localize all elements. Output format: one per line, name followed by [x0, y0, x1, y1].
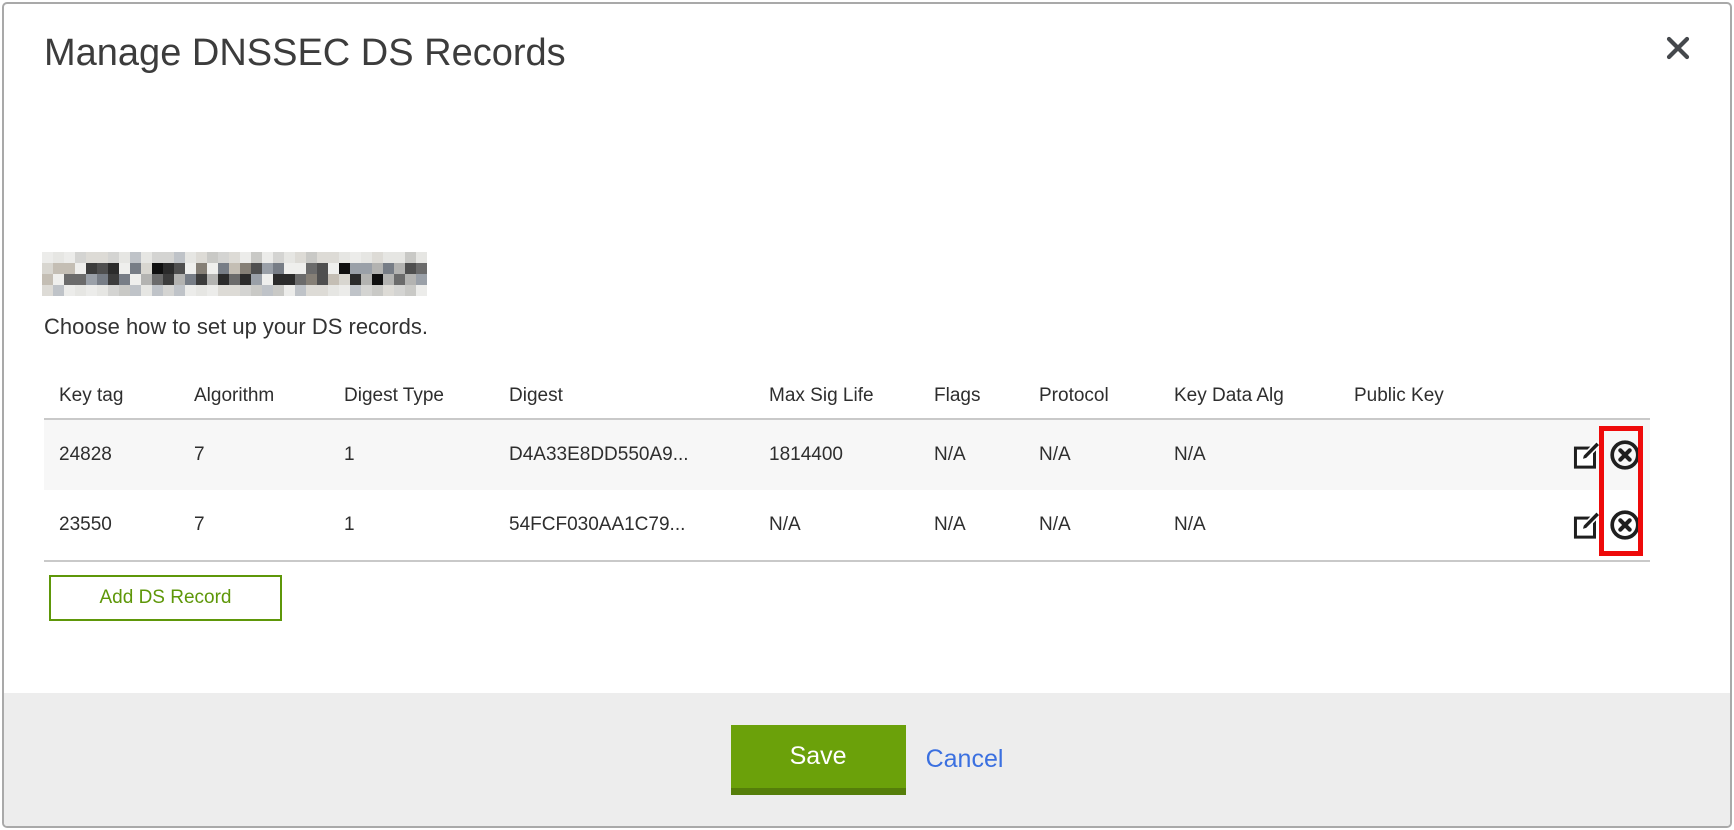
close-icon[interactable] — [1660, 30, 1696, 66]
column-header: Algorithm — [194, 385, 344, 407]
column-header: Public Key — [1354, 385, 1560, 407]
column-header: Max Sig Life — [769, 385, 934, 407]
cancel-link[interactable]: Cancel — [926, 745, 1004, 774]
add-ds-record-button[interactable]: Add DS Record — [49, 575, 282, 621]
column-header: Digest Type — [344, 385, 509, 407]
table-cell: 1 — [344, 444, 509, 466]
table-cell: 7 — [194, 514, 344, 536]
page-title: Manage DNSSEC DS Records — [44, 32, 566, 75]
table-row: 235507154FCF030AA1C79...N/AN/AN/AN/A — [44, 490, 1650, 560]
table-body: 2482871D4A33E8DD550A9...1814400N/AN/AN/A… — [44, 420, 1650, 562]
save-button[interactable]: Save — [731, 725, 906, 795]
table-cell: N/A — [1174, 444, 1354, 466]
table-row: 2482871D4A33E8DD550A9...1814400N/AN/AN/A — [44, 420, 1650, 490]
column-header: Flags — [934, 385, 1039, 407]
row-actions-cell — [1560, 439, 1650, 471]
table-cell: N/A — [1174, 514, 1354, 536]
table-cell: 24828 — [44, 444, 194, 466]
table-cell: 1 — [344, 514, 509, 536]
table-cell: D4A33E8DD550A9... — [509, 444, 769, 466]
table-cell: N/A — [934, 514, 1039, 536]
instruction-text: Choose how to set up your DS records. — [44, 314, 428, 340]
table-cell: 23550 — [44, 514, 194, 536]
table-cell: 7 — [194, 444, 344, 466]
column-header: Digest — [509, 385, 769, 407]
table-cell: 54FCF030AA1C79... — [509, 514, 769, 536]
row-actions-cell — [1560, 509, 1650, 541]
redacted-domain-text — [42, 252, 427, 296]
delete-icon[interactable] — [1609, 439, 1641, 471]
delete-icon[interactable] — [1609, 509, 1641, 541]
column-header: Key tag — [44, 385, 194, 407]
table-header-row: Key tagAlgorithmDigest TypeDigestMax Sig… — [44, 374, 1650, 420]
table-cell: N/A — [1039, 514, 1174, 536]
edit-icon[interactable] — [1571, 439, 1603, 471]
modal-footer: Save Cancel — [4, 693, 1730, 826]
table-cell: N/A — [769, 514, 934, 536]
edit-icon[interactable] — [1571, 509, 1603, 541]
column-header: Key Data Alg — [1174, 385, 1354, 407]
ds-records-table: Key tagAlgorithmDigest TypeDigestMax Sig… — [44, 374, 1650, 562]
table-cell: N/A — [1039, 444, 1174, 466]
table-cell: N/A — [934, 444, 1039, 466]
table-cell: 1814400 — [769, 444, 934, 466]
column-header: Protocol — [1039, 385, 1174, 407]
modal-dialog: Manage DNSSEC DS Records Choose how to s… — [2, 2, 1732, 828]
